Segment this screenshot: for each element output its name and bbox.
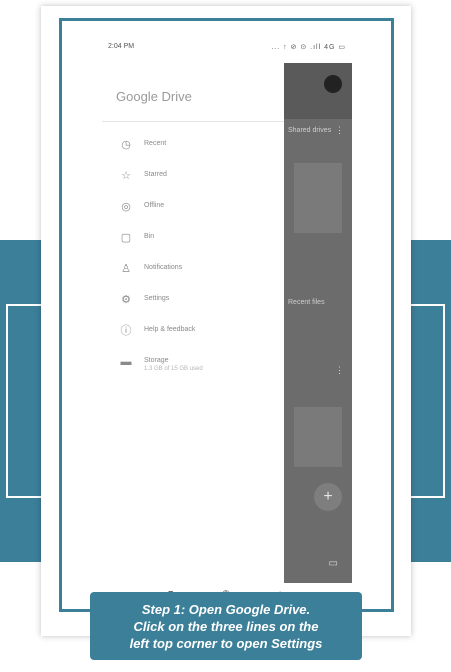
gear-icon: ⚙ xyxy=(121,294,131,306)
drawer-item-label: Recent xyxy=(144,140,167,147)
drawer-item-label: Bin xyxy=(144,233,155,240)
status-time: 2:04 PM xyxy=(108,43,135,50)
add-fab-button[interactable]: + xyxy=(314,483,342,511)
clock-icon: ◷ xyxy=(121,139,131,151)
screenshot-frame: 2:04 PM ... ↑ ⊘ ⊙ .ıll 4G ▭ Shared drive… xyxy=(59,18,394,612)
storage-icon: ▬ xyxy=(120,356,132,368)
avatar[interactable] xyxy=(324,75,342,93)
file-thumbnail xyxy=(294,163,342,233)
drawer-menu: ◷ Recent ☆ Starred ◎ Offline ▢ Bin ♙ Notification… xyxy=(102,133,284,381)
dimmed-app-background[interactable]: Shared drives ⋮ Recent files ⋮ + ▭ xyxy=(284,63,352,583)
drawer-item-label: Offline xyxy=(144,202,165,209)
phone-screen: 2:04 PM ... ↑ ⊘ ⊙ .ıll 4G ▭ Shared drive… xyxy=(102,33,352,605)
divider xyxy=(102,121,284,122)
bin-icon: ▢ xyxy=(120,232,132,244)
status-bar: 2:04 PM ... ↑ ⊘ ⊙ .ıll 4G ▭ xyxy=(102,33,352,63)
caption-line-3: left top corner to open Settings xyxy=(129,635,323,651)
drawer-item-label: Help & feedback xyxy=(144,326,196,333)
drawer-item-storage[interactable]: ▬ Storage 1.3 GB of 15 GB used xyxy=(102,350,284,381)
shared-drives-row: Shared drives xyxy=(288,127,332,134)
more-vert-icon: ⋮ xyxy=(335,365,344,375)
navigation-drawer: Google Drive ◷ Recent ☆ Starred ◎ Offline ▢ Bin… xyxy=(102,63,284,583)
status-icons: ... ↑ ⊘ ⊙ .ıll 4G ▭ xyxy=(271,44,346,51)
drawer-item-label: Settings xyxy=(144,295,170,302)
offline-icon: ◎ xyxy=(121,201,131,213)
folder-icon[interactable]: ▭ xyxy=(329,558,338,569)
recent-files-row: Recent files xyxy=(288,299,325,306)
more-vert-icon: ⋮ xyxy=(335,125,344,135)
star-icon: ☆ xyxy=(121,170,131,182)
step-caption: Step 1: Open Google Drive. Click on the … xyxy=(90,592,362,660)
drawer-item-label: Notifications xyxy=(144,264,183,271)
app-header xyxy=(284,63,352,119)
drawer-item-notifications[interactable]: ♙ Notifications xyxy=(102,257,284,288)
drawer-item-starred[interactable]: ☆ Starred xyxy=(102,164,284,195)
drawer-item-sublabel: 1.3 GB of 15 GB used xyxy=(144,366,203,372)
drawer-item-help-feedback[interactable]: ⓘ Help & feedback xyxy=(102,319,284,350)
drawer-item-bin[interactable]: ▢ Bin xyxy=(102,226,284,257)
file-thumbnail xyxy=(294,407,342,467)
drawer-title: Google Drive xyxy=(116,89,192,104)
drawer-item-offline[interactable]: ◎ Offline xyxy=(102,195,284,226)
caption-line-2: Click on the three lines on the xyxy=(133,618,319,634)
bell-icon: ♙ xyxy=(121,263,131,275)
drawer-item-label: Storage xyxy=(144,357,169,364)
drawer-item-label: Starred xyxy=(144,171,167,178)
drawer-item-recent[interactable]: ◷ Recent xyxy=(102,133,284,164)
caption-line-1: Step 1: Open Google Drive. xyxy=(141,601,311,617)
drawer-item-settings[interactable]: ⚙ Settings xyxy=(102,288,284,319)
help-icon: ⓘ xyxy=(120,325,132,337)
